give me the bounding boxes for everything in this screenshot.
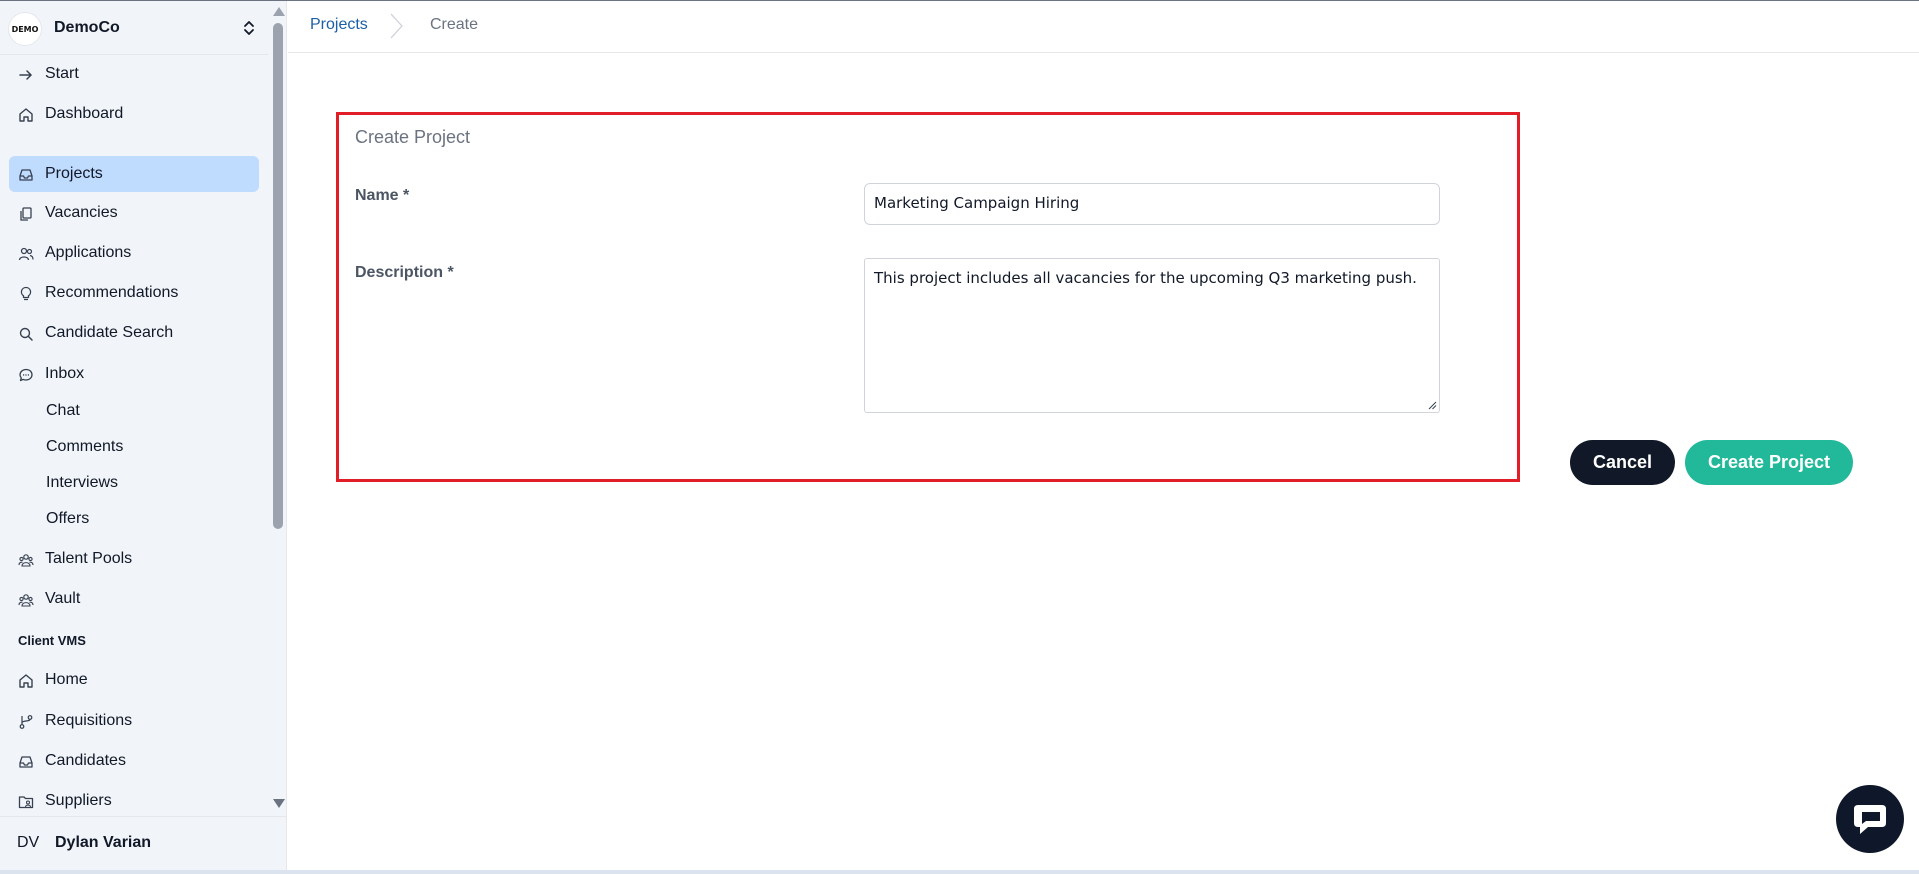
- org-name: DemoCo: [54, 19, 120, 36]
- scrollbar-thumb[interactable]: [273, 23, 283, 529]
- chevron-right-icon: [390, 13, 403, 39]
- user-name: Dylan Varian: [55, 834, 152, 851]
- chat-icon: [19, 368, 33, 382]
- user-menu[interactable]: DV Dylan Varian: [0, 816, 287, 870]
- org-switcher[interactable]: DEMO DemoCo: [0, 1, 268, 55]
- chat-widget-button[interactable]: [1836, 785, 1904, 853]
- project-name-input[interactable]: Marketing Campaign Hiring: [864, 183, 1440, 225]
- sidebar-item-label: Candidate Search: [45, 324, 174, 341]
- sidebar-item-label: Home: [45, 671, 88, 688]
- copy-icon: [20, 207, 32, 221]
- chevron-up-down-icon[interactable]: [241, 18, 257, 38]
- sidebar-item-label: Candidates: [45, 752, 126, 769]
- sidebar-item-label: Start: [45, 65, 79, 82]
- sidebar-item-vault[interactable]: Vault: [9, 581, 259, 617]
- sidebar-item-label: Requisitions: [45, 712, 133, 729]
- sidebar-scrollbar[interactable]: [269, 1, 287, 813]
- sidebar-item-label: Applications: [45, 244, 132, 261]
- sidebar-item-label: Talent Pools: [45, 550, 133, 567]
- sidebar-item-projects[interactable]: Projects: [9, 156, 259, 192]
- lightbulb-icon: [20, 286, 32, 301]
- sidebar: DEMO DemoCo Start Dashboard Projects Vac…: [0, 1, 287, 870]
- window-bottom-border: [0, 870, 1919, 874]
- cancel-button[interactable]: Cancel: [1570, 440, 1675, 485]
- sidebar-item-label: Suppliers: [45, 792, 112, 809]
- inbox-icon: [19, 756, 33, 768]
- folder-user-icon: [18, 796, 34, 809]
- chat-bubble-icon: [1854, 805, 1886, 834]
- form-title: Create Project: [355, 127, 471, 147]
- resize-handle-icon[interactable]: [1427, 400, 1437, 410]
- sidebar-item-label: Vault: [45, 590, 81, 607]
- sidebar-item-vacancies[interactable]: Vacancies: [9, 195, 259, 231]
- users-icon: [18, 247, 34, 261]
- sidebar-item-talent-pools[interactable]: Talent Pools: [9, 541, 259, 577]
- search-icon: [19, 327, 33, 341]
- branch-icon: [19, 715, 33, 729]
- project-description-textarea[interactable]: This project includes all vacancies for …: [864, 258, 1440, 413]
- sidebar-subitem-offers[interactable]: Offers: [46, 510, 89, 528]
- arrow-right-icon: [19, 70, 33, 80]
- sidebar-item-candidate-search[interactable]: Candidate Search: [9, 315, 259, 351]
- group-icon: [18, 594, 34, 607]
- sidebar-subitem-interviews[interactable]: Interviews: [46, 474, 118, 492]
- sidebar-item-start[interactable]: Start: [9, 56, 259, 92]
- breadcrumb-current: Create: [430, 16, 479, 33]
- sidebar-item-suppliers[interactable]: Suppliers: [9, 783, 259, 813]
- sidebar-item-candidates[interactable]: Candidates: [9, 743, 259, 779]
- org-logo: DEMO: [8, 12, 42, 46]
- breadcrumb: Projects Create: [288, 1, 1919, 53]
- create-project-button[interactable]: Create Project: [1685, 440, 1853, 485]
- sidebar-item-dashboard[interactable]: Dashboard: [9, 96, 259, 132]
- sidebar-item-label: Recommendations: [45, 284, 179, 301]
- scroll-down-arrow-icon[interactable]: [273, 799, 285, 808]
- sidebar-item-home[interactable]: Home: [9, 662, 259, 698]
- sidebar-subitem-chat[interactable]: Chat: [46, 402, 80, 420]
- scroll-up-arrow-icon[interactable]: [273, 7, 285, 16]
- group-icon: [18, 554, 34, 567]
- sidebar-item-requisitions[interactable]: Requisitions: [9, 703, 259, 739]
- section-label-client-vms: Client VMS: [18, 633, 86, 648]
- sidebar-item-applications[interactable]: Applications: [9, 235, 259, 271]
- sidebar-item-label: Vacancies: [45, 204, 118, 221]
- create-project-form: Create Project Name * Marketing Campaign…: [336, 112, 1520, 482]
- sidebar-item-recommendations[interactable]: Recommendations: [9, 275, 259, 311]
- sidebar-subitem-comments[interactable]: Comments: [46, 438, 123, 456]
- sidebar-item-label: Inbox: [45, 365, 85, 382]
- avatar: DV: [17, 834, 40, 851]
- sidebar-item-label: Dashboard: [45, 105, 124, 122]
- name-label: Name *: [355, 187, 410, 204]
- description-label: Description *: [355, 264, 454, 281]
- description-text: This project includes all vacancies for …: [874, 269, 1417, 287]
- inbox-icon: [19, 169, 33, 181]
- home-icon: [19, 674, 33, 688]
- sidebar-item-inbox[interactable]: Inbox: [9, 356, 259, 392]
- breadcrumb-projects-link[interactable]: Projects: [310, 16, 368, 34]
- sidebar-item-label: Projects: [45, 165, 103, 182]
- home-icon: [19, 108, 33, 122]
